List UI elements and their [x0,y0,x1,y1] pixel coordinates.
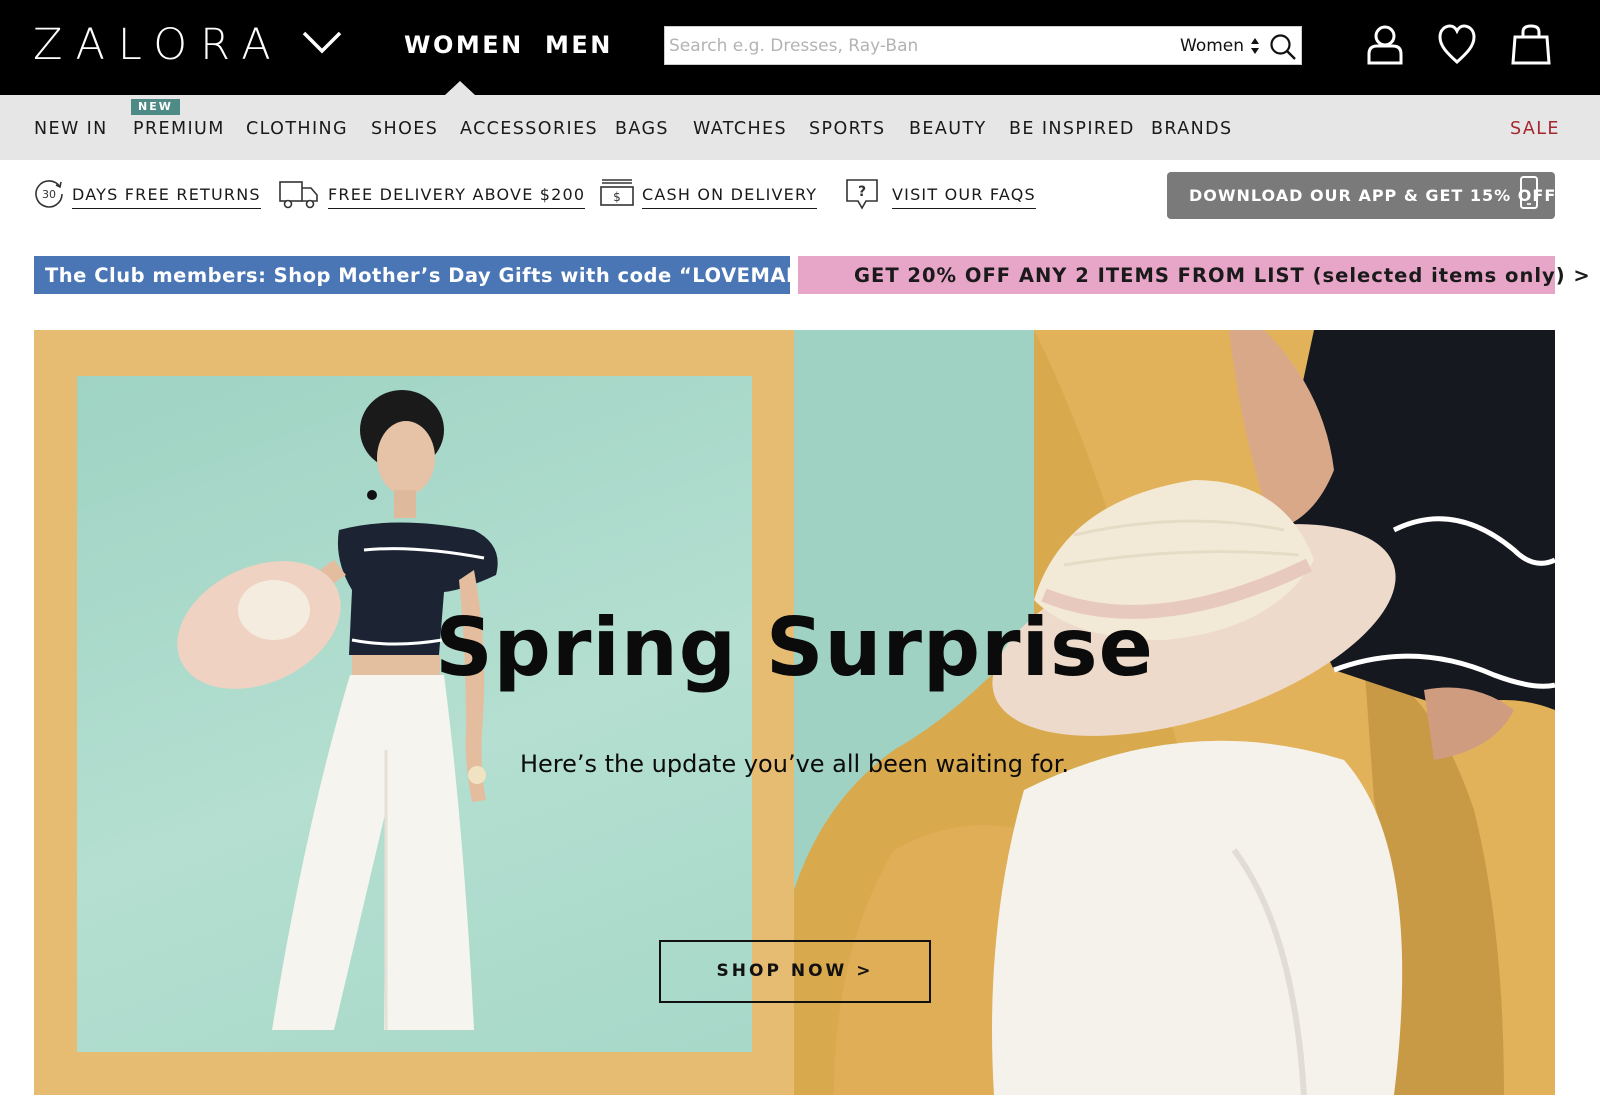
wishlist-heart-icon[interactable] [1437,22,1477,66]
service-label-returns: DAYS FREE RETURNS [72,185,261,209]
shop-now-button[interactable]: SHOP NOW > [659,940,931,1003]
service-label-delivery: FREE DELIVERY ABOVE $200 [328,185,586,209]
service-free-delivery[interactable]: FREE DELIVERY ABOVE $200 [278,177,586,211]
nav-item-beauty[interactable]: BEAUTY [909,117,987,141]
search-bar: Women [664,26,1302,65]
download-app-label: DOWNLOAD OUR APP & GET 15% OFF [1189,186,1557,205]
promo-club-text: The Club members: Shop Mother’s Day Gift… [45,264,834,287]
nav-item-clothing[interactable]: CLOTHING [246,117,348,141]
search-category-select[interactable]: Women [1180,34,1244,58]
nav-item-watches[interactable]: WATCHES [693,117,787,141]
chevron-down-icon[interactable] [302,30,342,54]
nav-item-brands[interactable]: BRANDS [1151,117,1233,141]
category-nav: NEW NEW IN PREMIUM CLOTHING SHOES ACCESS… [0,95,1600,160]
nav-item-bags[interactable]: BAGS [615,117,669,141]
search-input[interactable] [669,30,1149,61]
nav-item-accessories[interactable]: ACCESSORIES [460,117,598,141]
nav-item-shoes[interactable]: SHOES [371,117,438,141]
service-free-returns[interactable]: 30 DAYS FREE RETURNS [34,177,261,211]
shopping-bag-icon[interactable] [1511,22,1551,66]
hero-banner[interactable]: Spring Surprise Here’s the update you’ve… [34,330,1555,1095]
service-label-cash: CASH ON DELIVERY [642,185,818,209]
faq-question-icon: ? [846,179,878,210]
delivery-truck-icon [279,181,318,209]
active-tab-caret [445,81,475,95]
top-header: ZALORA WOMEN MEN Women [0,0,1600,95]
cash-icon: $ [600,179,634,206]
download-app-button[interactable]: DOWNLOAD OUR APP & GET 15% OFF [1167,172,1555,219]
tab-men[interactable]: MEN [545,28,613,62]
promo-banner-list[interactable]: GET 20% OFF ANY 2 ITEMS FROM LIST (selec… [798,256,1590,294]
account-icon[interactable] [1365,22,1405,66]
nav-item-new-in[interactable]: NEW IN [34,117,108,141]
promo-banner-club[interactable]: The Club members: Shop Mother’s Day Gift… [34,256,833,294]
cash-icon-text: $ [613,190,621,204]
zalora-logo[interactable]: ZALORA [33,20,284,70]
tab-women[interactable]: WOMEN [404,28,524,62]
nav-item-premium[interactable]: PREMIUM [133,117,225,141]
returns-30-icon: 30 [35,180,63,208]
nav-item-be-inspired[interactable]: BE INSPIRED [1009,117,1135,141]
phone-icon [1520,176,1538,209]
promo-list-text: GET 20% OFF ANY 2 ITEMS FROM LIST (selec… [854,264,1591,287]
hero-title: Spring Surprise [435,601,1154,694]
faq-icon-text: ? [858,184,866,200]
select-arrows-icon [1251,38,1259,54]
service-cash-on-delivery[interactable]: $ CASH ON DELIVERY [599,177,818,211]
nav-item-sale[interactable]: SALE [1510,117,1560,141]
search-icon[interactable] [1269,33,1297,61]
returns-30-icon-text: 30 [42,188,56,201]
hero-subtitle: Here’s the update you’ve all been waitin… [519,750,1070,778]
service-label-faqs: VISIT OUR FAQS [892,185,1036,209]
nav-item-sports[interactable]: SPORTS [809,117,886,141]
service-faqs[interactable]: ? VISIT OUR FAQS [845,177,1036,211]
new-badge: NEW [131,99,180,115]
